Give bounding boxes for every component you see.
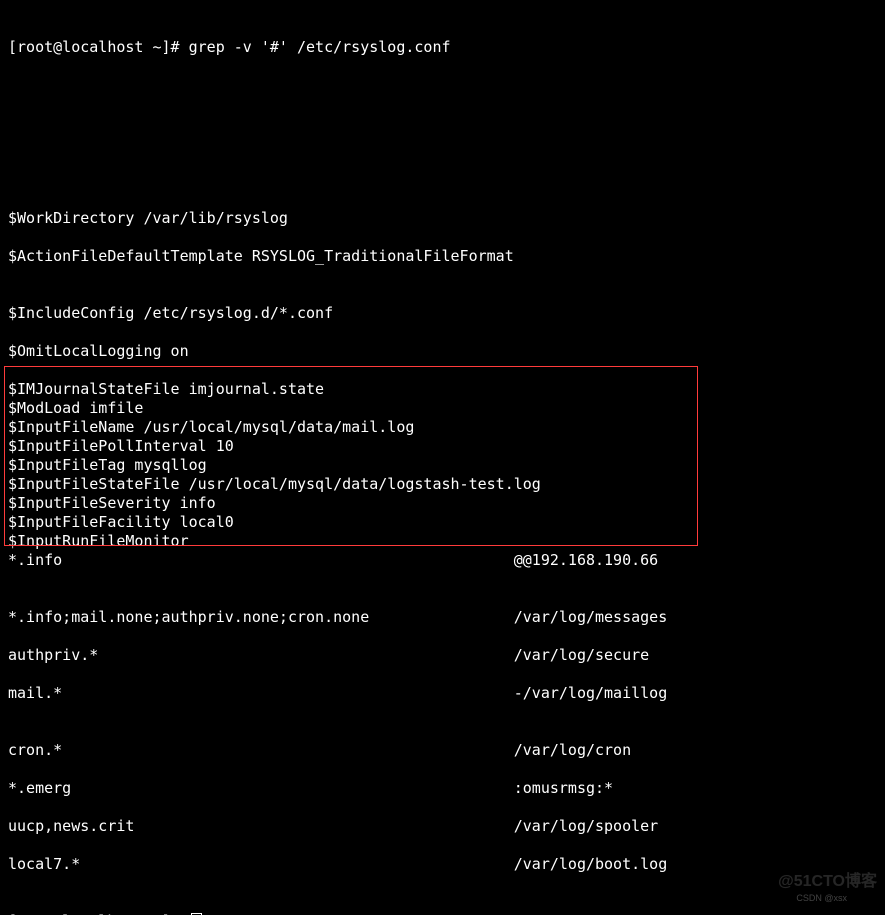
inputfileseverity-line: $InputFileSeverity info: [8, 494, 216, 512]
rule-cron: cron.* /var/log/cron: [8, 741, 631, 759]
prompt-line-1: [root@localhost ~]# grep -v '#' /etc/rsy…: [8, 38, 451, 56]
includeconfig-line: $IncludeConfig /etc/rsyslog.d/*.conf: [8, 304, 333, 322]
remote-info-line: *.info @@192.168.190.66: [8, 551, 658, 569]
inputrunfilemonitor-line: $InputRunFileMonitor: [8, 532, 189, 550]
inputfiletag-line: $InputFileTag mysqllog: [8, 456, 207, 474]
modload-line: $ModLoad imfile: [8, 399, 143, 417]
inputfilepollinterval-line: $InputFilePollInterval 10: [8, 437, 234, 455]
rule-info-messages: *.info;mail.none;authpriv.none;cron.none…: [8, 608, 667, 626]
actionfiledefaulttemplate-line: $ActionFileDefaultTemplate RSYSLOG_Tradi…: [8, 247, 514, 265]
terminal-output[interactable]: [root@localhost ~]# grep -v '#' /etc/rsy…: [0, 0, 885, 915]
shell-prompt: [root@localhost ~]#: [8, 38, 189, 56]
inputfilename-line: $InputFileName /usr/local/mysql/data/mai…: [8, 418, 414, 436]
omitlocallogging-line: $OmitLocalLogging on: [8, 342, 189, 360]
command-text: grep -v '#' /etc/rsyslog.conf: [189, 38, 451, 56]
rule-emerg-omusrmsg: *.emerg :omusrmsg:*: [8, 779, 613, 797]
watermark-csdn: CSDN @xsx: [796, 893, 847, 903]
watermark-text: @51CTO博客: [778, 867, 877, 891]
rule-mail-maillog: mail.* -/var/log/maillog: [8, 684, 667, 702]
rule-uucp-spooler: uucp,news.crit /var/log/spooler: [8, 817, 658, 835]
rule-local7-bootlog: local7.* /var/log/boot.log: [8, 855, 667, 873]
imjournalstatefile-line: $IMJournalStateFile imjournal.state: [8, 380, 324, 398]
inputfilestatefile-line: $InputFileStateFile /usr/local/mysql/dat…: [8, 475, 541, 493]
rule-authpriv-secure: authpriv.* /var/log/secure: [8, 646, 649, 664]
inputfilefacility-line: $InputFileFacility local0: [8, 513, 234, 531]
workdirectory-line: $WorkDirectory /var/lib/rsyslog: [8, 209, 288, 227]
